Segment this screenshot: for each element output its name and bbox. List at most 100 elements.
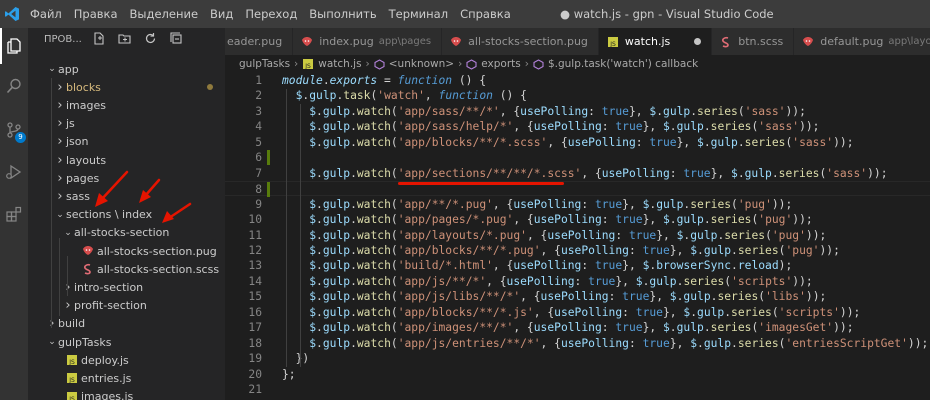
modified-dot [207,84,213,91]
code-token: gulp [322,290,351,304]
refresh-icon[interactable] [142,30,158,46]
tree-item[interactable]: ⌄ sections \ index [28,206,225,224]
menu-item[interactable]: Вид [204,0,239,28]
code-token: 'app/blocks/**/*.js' [397,305,534,319]
editor-tab[interactable]: default.pug app\layouts [794,28,930,55]
tree-item[interactable]: › images [28,96,225,114]
code-token: . [350,120,357,134]
code-text: $.gulp.watch('app/js/entries/**/*', {use… [282,336,928,351]
tree-item[interactable]: › sass [28,187,225,205]
line-number: 19 [248,352,262,366]
code-token: gulp [322,213,351,227]
code-token: watch [356,213,391,227]
code-token: : [601,213,616,227]
code-token: 'pug' [758,213,793,227]
new-folder-icon[interactable] [116,30,132,46]
gutter-added-marker [267,182,270,198]
code-token: )); [907,336,929,350]
breadcrumb-item[interactable]: $.gulp.task('watch') callback [548,58,698,70]
code-token: }, [615,274,636,288]
code-token: . [350,213,357,227]
code-token: }, [628,104,650,118]
code-token: $ [662,321,670,335]
tree-item[interactable]: JS deploy.js [28,351,225,369]
tree-item[interactable]: JS images.js [28,388,225,400]
menu-item[interactable]: Правка [68,0,124,28]
breadcrumb-item[interactable]: <unknown> [389,58,454,70]
code-token: true [601,104,629,118]
tree-item[interactable]: JS entries.js [28,369,225,387]
tree-item[interactable]: › json [28,133,225,151]
code-token: usePolling [554,305,623,319]
code-token: 'pug' [785,243,820,257]
breadcrumb-item[interactable]: watch.js [318,58,361,70]
menu-item[interactable]: Терминал [383,0,454,28]
pug-file-icon [450,36,462,48]
tree-item[interactable]: ⌄ all-stocks-section [28,224,225,242]
menu-item[interactable]: Выполнить [303,0,382,28]
pug-file-icon [301,36,313,48]
code-token: )); [819,243,840,257]
tree-item[interactable]: › blocks [28,78,225,96]
collapse-all-icon[interactable] [168,30,184,46]
menu-item[interactable]: Файл [24,0,68,28]
code-token: . [316,305,323,319]
editor-tab[interactable]: btn.scss [712,28,795,55]
tab-path: app\layouts [888,36,930,47]
code-token: series [683,274,725,288]
tree-item[interactable]: ›build [28,315,225,333]
menu-item[interactable]: Справка [454,0,517,28]
editor-tab[interactable]: index.pug app\pages [293,28,443,55]
tree-item[interactable]: ⌄ gulpTasks [28,333,225,351]
tree-item[interactable]: all-stocks-section.scss [28,260,225,278]
search-icon[interactable] [0,68,28,104]
code-text: $.gulp.watch('app/sass/help/*', {usePoll… [282,119,819,134]
menu-item[interactable]: Выделение [124,0,205,28]
code-token: gulp [322,228,351,242]
code-line: 3 $.gulp.watch('app/sass/**/*', {usePoll… [225,104,930,119]
editor-tab[interactable]: all-stocks-section.pug [442,28,599,55]
code-token: . [316,336,323,350]
explorer-icon[interactable] [0,28,28,64]
code-token: ( [731,197,738,211]
tree-item-label: layouts [66,153,107,167]
tree-item[interactable]: › js [28,115,225,133]
editor-tab[interactable]: eader.pug [225,28,294,55]
breadcrumb-item[interactable]: gulpTasks [239,58,290,70]
menu-item[interactable]: Переход [239,0,303,28]
code-line: 4 $.gulp.watch('app/sass/help/*', {usePo… [225,119,930,134]
editor-tab[interactable]: JS watch.js [598,28,713,55]
new-file-icon[interactable] [90,30,106,46]
code-editor[interactable]: 1 module.exports = function () {2 $.gulp.… [225,73,930,400]
code-token: ( [390,274,398,288]
source-control-icon[interactable]: 9 [0,112,28,148]
tree-item[interactable]: › layouts [28,151,225,169]
chevron-right-icon: › [57,116,63,132]
code-token: , { [513,120,534,134]
code-token: , { [513,213,534,227]
run-debug-icon[interactable] [0,154,28,190]
tree-item[interactable]: › pages [28,169,225,187]
code-token: watch [356,228,391,242]
tree-item[interactable]: ⌄ app [28,60,225,78]
code-token: 'sass' [758,120,800,134]
breadcrumb-item[interactable]: exports [481,58,520,70]
code-token: $ [731,166,738,180]
code-token: $ [309,321,317,335]
extensions-icon[interactable] [0,196,28,232]
tree-item[interactable]: ›intro-section [28,278,225,296]
code-token: , { [581,166,602,180]
code-token: ( [390,243,398,257]
tree-item[interactable]: › profit-section [28,297,225,315]
unsaved-dot-icon[interactable] [694,38,702,45]
code-token: 'app/layouts/*.pug' [397,228,527,242]
code-text: module.exports = function () { [282,73,486,88]
code-token: gulp [309,89,337,103]
code-token: : [581,197,595,211]
code-token: , [424,89,439,103]
code-token: gulp [322,336,351,350]
tree-item[interactable]: all-stocks-section.pug [28,242,225,260]
code-token: series [710,321,752,335]
code-token: watch [356,197,391,211]
